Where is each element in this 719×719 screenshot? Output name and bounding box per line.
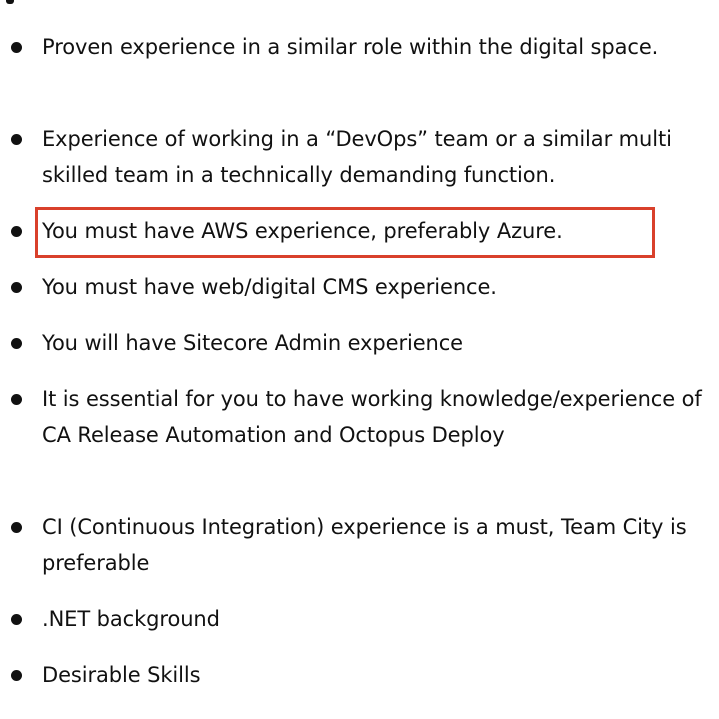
list-item-text: You must have web/digital CMS experience… xyxy=(42,275,497,299)
bullet-icon xyxy=(11,614,22,625)
list-item-text: Desirable Skills xyxy=(42,663,201,687)
bullet-icon xyxy=(11,670,22,681)
list-item-text: Proven experience in a similar role with… xyxy=(42,35,659,59)
highlight-box xyxy=(35,207,655,258)
list-item-text: Experience of working in a “DevOps” team… xyxy=(42,127,672,187)
bullet-icon xyxy=(11,42,22,53)
bullet-icon xyxy=(11,134,22,145)
previous-text-fragment xyxy=(6,0,14,4)
document-page: Proven experience in a similar role with… xyxy=(0,0,719,719)
list-item-text: You will have Sitecore Admin experience xyxy=(42,331,464,355)
bullet-icon xyxy=(11,282,22,293)
bullet-icon xyxy=(11,226,22,237)
list-item-text: It is essential for you to have working … xyxy=(42,387,702,447)
bullet-icon xyxy=(11,394,22,405)
bullet-icon xyxy=(11,522,22,533)
list-item-text: CI (Continuous Integration) experience i… xyxy=(42,515,687,575)
list-item-text: .NET background xyxy=(42,607,220,631)
bullet-icon xyxy=(11,338,22,349)
